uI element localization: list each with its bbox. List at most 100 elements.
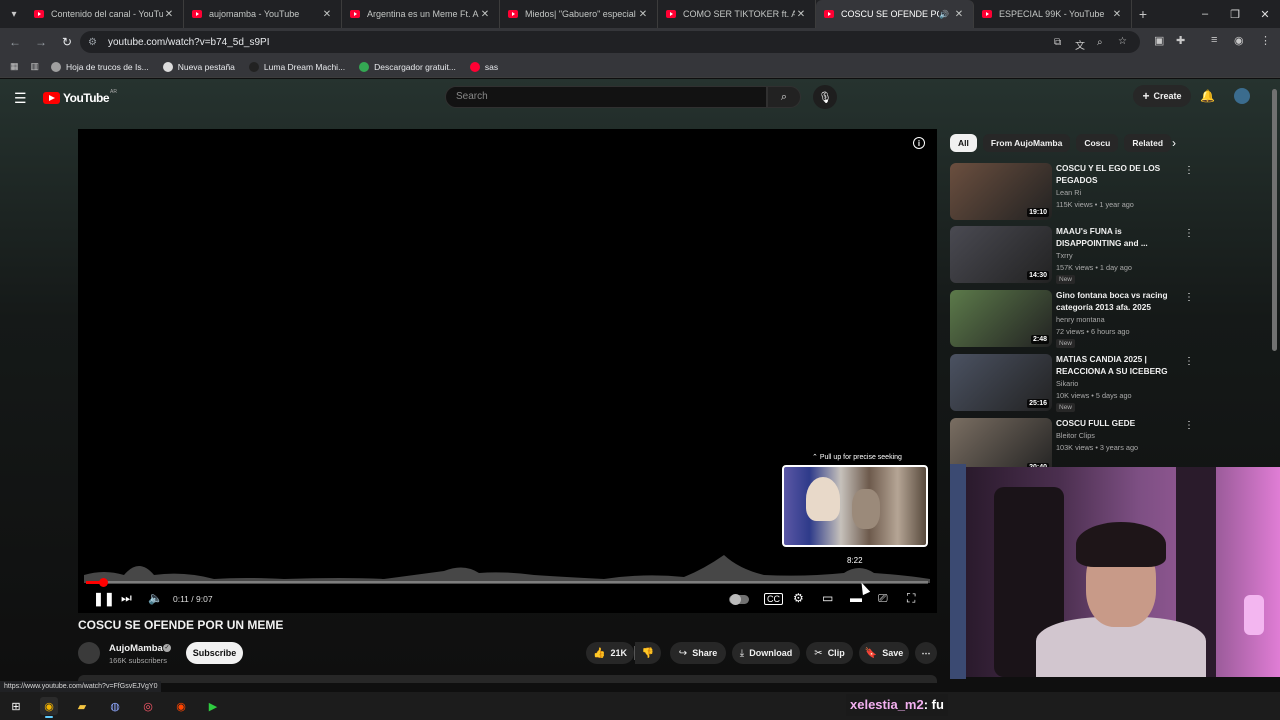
bookmark-item[interactable]: Descargador gratuit...: [359, 61, 456, 72]
more-vertical-icon[interactable]: ⋮: [1184, 292, 1194, 303]
info-icon[interactable]: i: [913, 137, 925, 149]
recommendation-channel[interactable]: Lean Ri: [1056, 188, 1081, 197]
search-button[interactable]: ⌕: [767, 86, 801, 108]
search-input[interactable]: Search: [445, 86, 767, 108]
recommendation-thumbnail[interactable]: 25:16: [950, 354, 1052, 411]
theater-mode-icon[interactable]: ▬: [850, 591, 862, 605]
recommendation-title[interactable]: MATIAS CANDIA 2025 | REACCIONA A SU ICEB…: [1056, 354, 1174, 377]
recommendation-title[interactable]: COSCU FULL GEDE: [1056, 418, 1174, 430]
more-vertical-icon[interactable]: ⋮: [1184, 228, 1194, 239]
download-button[interactable]: ⤓ Download: [732, 642, 800, 664]
bookmark-item[interactable]: Hoja de trucos de Is...: [51, 61, 149, 72]
pause-icon[interactable]: ❚❚: [93, 591, 115, 607]
notifications-bell-icon[interactable]: 🔔: [1200, 89, 1215, 103]
channel-avatar[interactable]: [78, 642, 100, 664]
recommendation-channel[interactable]: henry montana: [1056, 315, 1105, 324]
recommendation-title[interactable]: MAAU's FUNA is DISAPPOINTING and ...: [1056, 226, 1174, 249]
maximize-icon[interactable]: ❐: [1220, 0, 1250, 28]
settings-gear-icon[interactable]: ⚙: [793, 591, 804, 605]
subscribe-button[interactable]: Subscribe: [186, 642, 243, 664]
profile-icon[interactable]: ◉: [1234, 34, 1244, 47]
reading-list-icon[interactable]: ≡: [1211, 34, 1217, 46]
close-tab-icon[interactable]: ✕: [1111, 9, 1123, 20]
recommendation-thumbnail[interactable]: 19:10: [950, 163, 1052, 220]
clip-button[interactable]: ✂ Clip: [806, 642, 853, 664]
browser-tab[interactable]: ESPECIAL 99K - YouTube ✕: [974, 0, 1132, 28]
recommendation-item[interactable]: 25:16 MATIAS CANDIA 2025 | REACCIONA A SU…: [950, 354, 1194, 414]
back-icon[interactable]: ←: [4, 31, 26, 53]
close-tab-icon[interactable]: ✕: [479, 9, 491, 20]
recommendation-item[interactable]: 2:48 Gino fontana boca vs racing categorí…: [950, 290, 1194, 350]
more-vertical-icon[interactable]: ⋮: [1184, 420, 1194, 431]
browser-menu-icon[interactable]: ⋮: [1260, 34, 1271, 47]
zoom-icon[interactable]: ⌕: [1097, 37, 1103, 48]
dislike-button[interactable]: 👎: [635, 642, 661, 664]
recommendation-title[interactable]: Gino fontana boca vs racing categoría 20…: [1056, 290, 1174, 313]
media-app-icon[interactable]: ▶: [204, 697, 222, 715]
like-button[interactable]: 👍 21K: [586, 642, 634, 664]
youtube-logo[interactable]: YouTube AR: [43, 89, 117, 105]
browser-tab[interactable]: Contenido del canal - YouTube ✕: [26, 0, 184, 28]
recommendation-thumbnail[interactable]: 14:30: [950, 226, 1052, 283]
browser-tab[interactable]: Miedos| "Gabuero" especial 1K ✕: [500, 0, 658, 28]
channel-name[interactable]: AujoMamba: [109, 643, 163, 654]
more-actions-button[interactable]: ⋯: [915, 642, 937, 664]
extensions-puzzle-icon[interactable]: ✚: [1176, 34, 1185, 47]
discord-icon[interactable]: ◍: [106, 697, 124, 715]
install-app-icon[interactable]: ⧉: [1054, 37, 1061, 48]
close-tab-icon[interactable]: ✕: [795, 9, 807, 20]
tab-groups-icon[interactable]: ▥: [31, 61, 40, 72]
guide-menu-icon[interactable]: ☰: [14, 90, 27, 107]
recommendation-thumbnail[interactable]: 2:48: [950, 290, 1052, 347]
next-icon[interactable]: ⏭: [121, 591, 132, 606]
tab-search-icon[interactable]: ▾: [2, 3, 26, 25]
filter-chip[interactable]: Related: [1124, 134, 1172, 152]
browser-tab[interactable]: COMO SER TIKTOKER ft. AujoM✕: [658, 0, 816, 28]
close-tab-icon[interactable]: ✕: [637, 9, 649, 20]
recommendation-channel[interactable]: Sikario: [1056, 379, 1078, 388]
browser-tab[interactable]: Argentina es un Meme Ft. Aujo ✕: [342, 0, 500, 28]
site-info-icon[interactable]: ⚙: [88, 37, 102, 48]
account-avatar[interactable]: [1234, 88, 1250, 104]
recommendation-item[interactable]: 14:30 MAAU's FUNA is DISAPPOINTING and ..…: [950, 226, 1194, 286]
close-tab-icon[interactable]: ✕: [953, 9, 965, 20]
apps-icon[interactable]: ▦: [10, 61, 19, 72]
more-vertical-icon[interactable]: ⋮: [1184, 165, 1194, 176]
miniplayer-icon[interactable]: ▭: [822, 591, 833, 605]
page-scrollbar[interactable]: [1272, 89, 1277, 351]
close-tab-icon[interactable]: ✕: [163, 9, 175, 20]
browser-alt-icon[interactable]: ◉: [172, 697, 190, 715]
translate-icon[interactable]: 文: [1075, 37, 1085, 52]
new-tab-button[interactable]: +: [1132, 6, 1154, 22]
close-tab-icon[interactable]: ✕: [321, 9, 333, 20]
filter-chip[interactable]: All: [950, 134, 977, 152]
minimize-icon[interactable]: –: [1190, 0, 1220, 28]
recommendation-channel[interactable]: Txrry: [1056, 251, 1073, 260]
video-player[interactable]: i ⌃ Pull up for precise seeking 8:22 ❚❚ …: [78, 129, 937, 613]
create-button[interactable]: + Create: [1133, 85, 1191, 107]
description-box[interactable]: [78, 675, 937, 683]
extension-icon[interactable]: ▣: [1154, 34, 1164, 47]
more-vertical-icon[interactable]: ⋮: [1184, 356, 1194, 367]
scrubber-handle[interactable]: [98, 578, 108, 587]
bookmark-item[interactable]: Nueva pestaña: [162, 61, 235, 72]
share-button[interactable]: ↪ Share: [670, 642, 726, 664]
recommendation-item[interactable]: 19:10 COSCU Y EL EGO DE LOS PEGADOS Lean R…: [950, 163, 1194, 223]
progress-bar[interactable]: [86, 578, 928, 587]
save-button[interactable]: 🔖 Save: [859, 642, 909, 664]
audio-playing-icon[interactable]: 🔊: [939, 10, 949, 19]
bookmark-item[interactable]: Luma Dream Machi...: [248, 61, 345, 72]
forward-icon[interactable]: →: [30, 31, 52, 53]
recommendation-title[interactable]: COSCU Y EL EGO DE LOS PEGADOS: [1056, 163, 1174, 186]
volume-icon[interactable]: 🔈: [148, 591, 163, 605]
cast-icon[interactable]: ⎚: [878, 591, 888, 606]
app-icon[interactable]: ◎: [139, 697, 157, 715]
reload-icon[interactable]: ↻: [56, 31, 78, 53]
browser-tab[interactable]: aujomamba - YouTube ✕: [184, 0, 342, 28]
close-window-icon[interactable]: ✕: [1250, 0, 1280, 28]
address-bar[interactable]: ⚙ youtube.com/watch?v=b74_5d_s9PI: [80, 31, 1140, 53]
fullscreen-icon[interactable]: ⛶: [907, 591, 915, 606]
file-explorer-icon[interactable]: ▰: [73, 697, 91, 715]
filter-chip[interactable]: From AujoMamba: [982, 134, 1071, 152]
bookmark-star-icon[interactable]: ☆: [1118, 36, 1127, 47]
